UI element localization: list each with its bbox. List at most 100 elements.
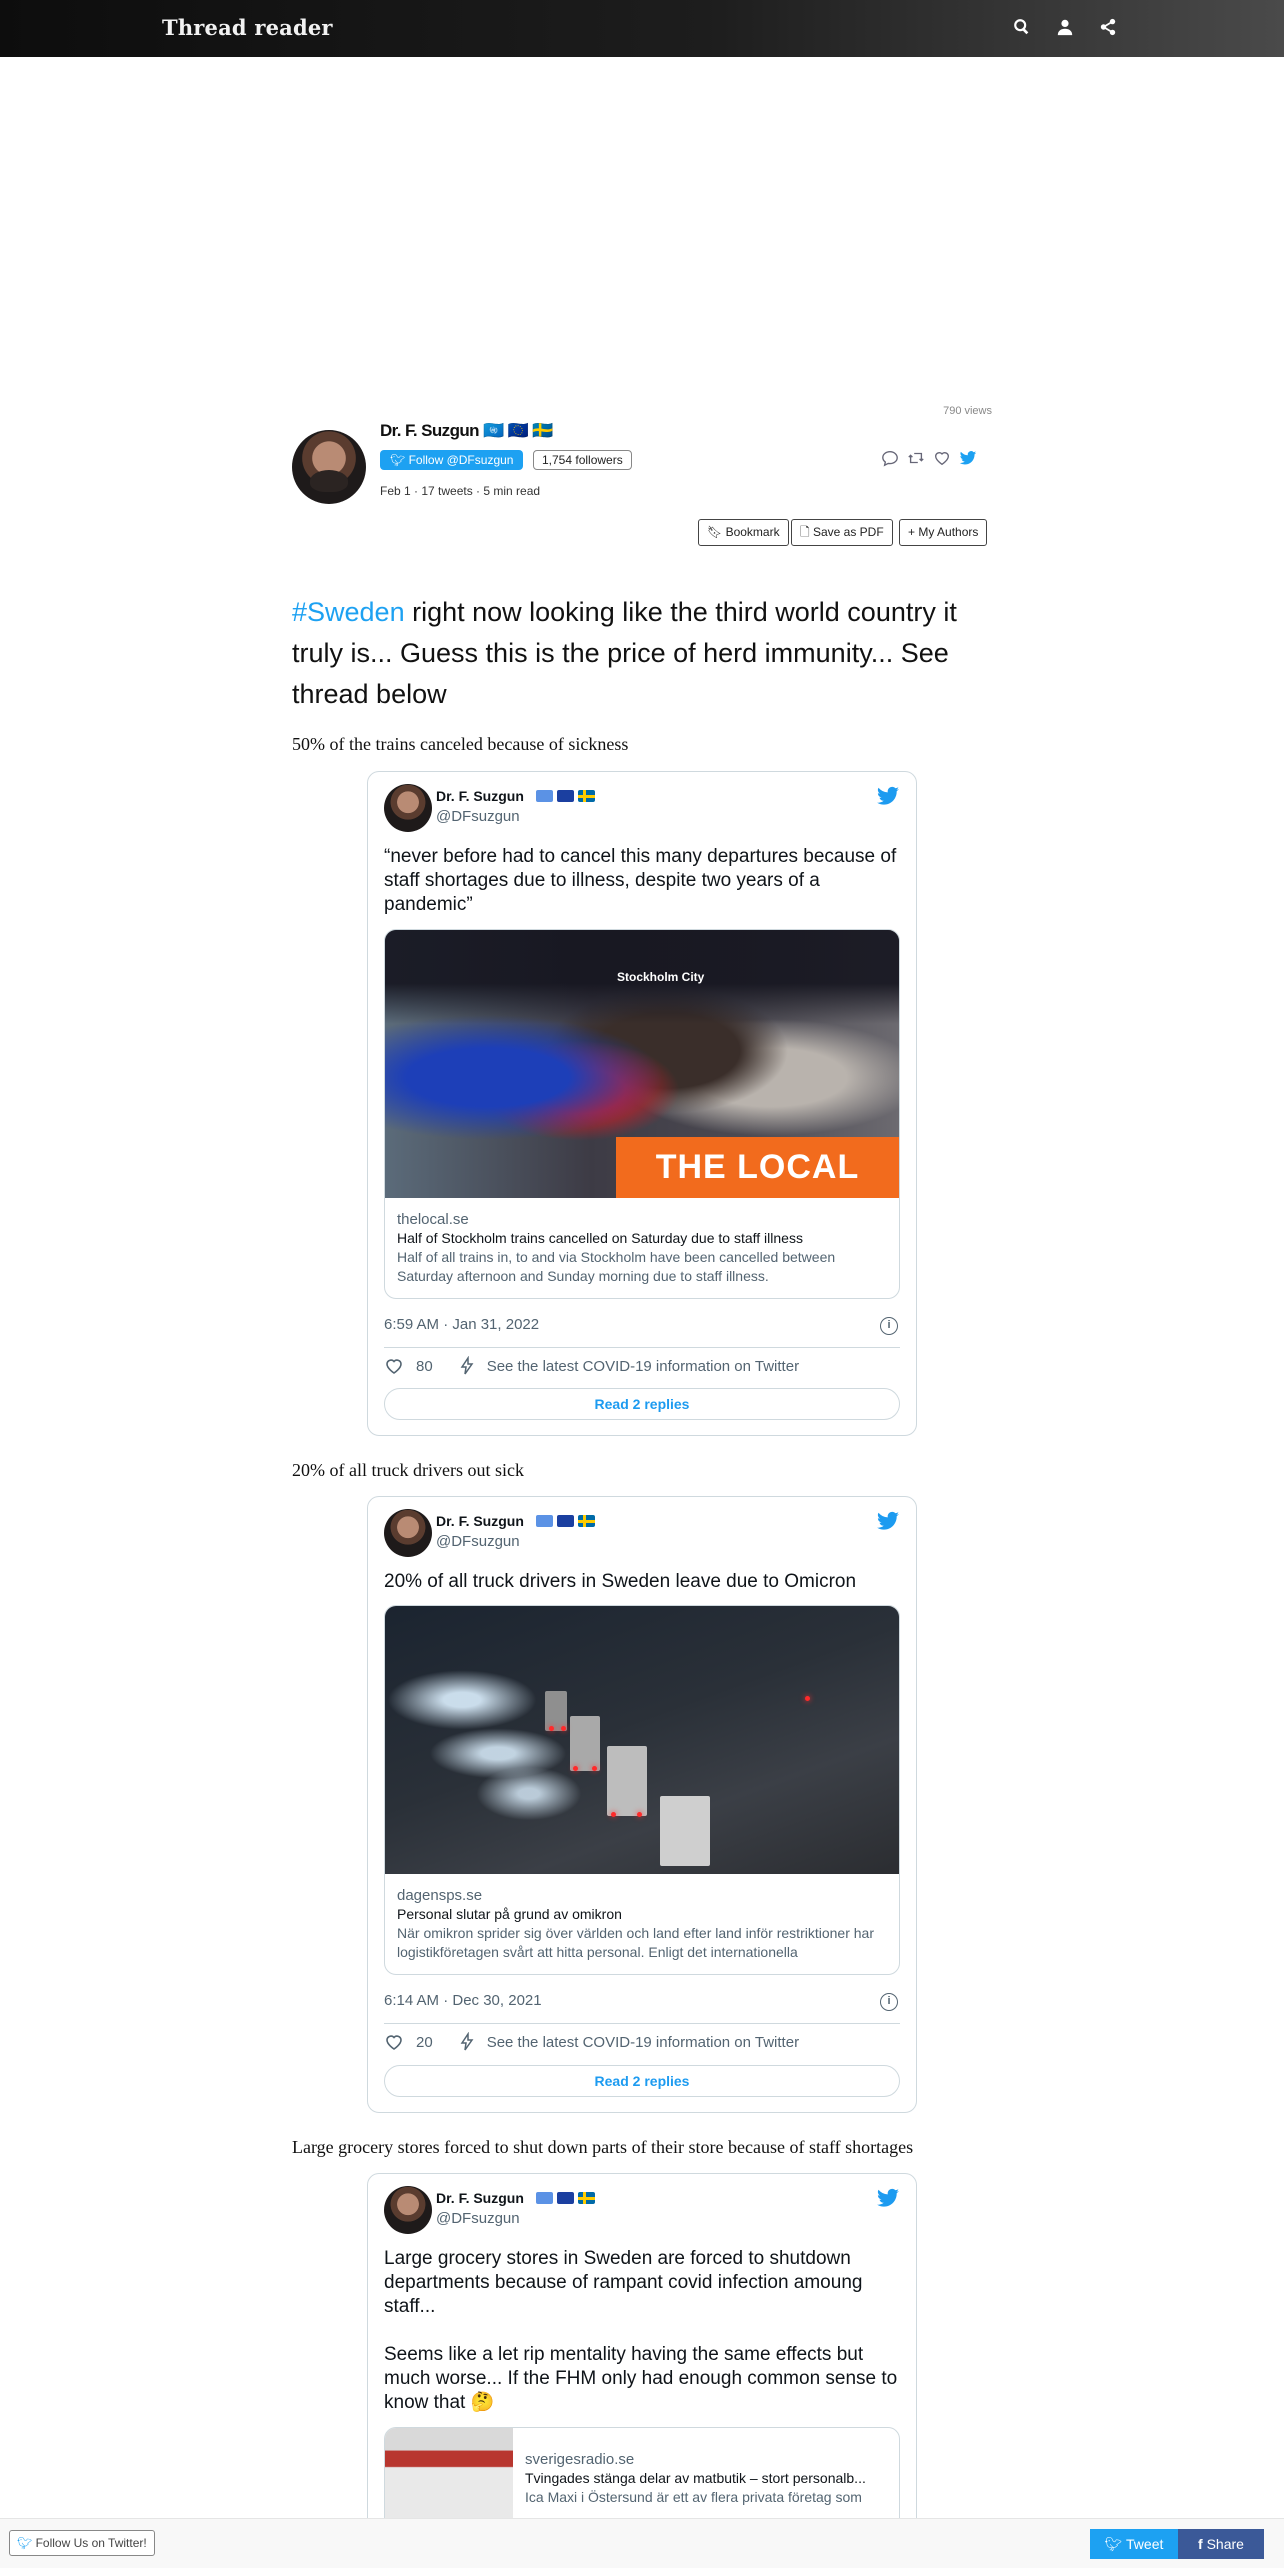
hashtag-link[interactable]: #Sweden <box>292 597 405 627</box>
divider <box>384 1347 900 1348</box>
tweet-label: Tweet <box>1126 2536 1164 2552</box>
eu-flag-icon <box>557 790 574 802</box>
like-icon[interactable] <box>933 449 951 467</box>
thread-lead-text: #Sweden right now looking like the third… <box>292 592 992 715</box>
top-navbar: Thread reader <box>0 0 1284 57</box>
tweet-handle[interactable]: @DFsuzgun <box>436 1533 520 1550</box>
brand-logo[interactable]: Thread reader <box>162 15 333 40</box>
tweet-text: Large grocery stores in Sweden are force… <box>384 2248 863 2317</box>
user-icon[interactable] <box>1056 18 1078 40</box>
link-preview-card[interactable]: dagensps.se Personal slutar på grund av … <box>384 1605 900 1975</box>
twitter-bird-icon: 🐦︎ <box>17 2536 36 2550</box>
facebook-icon: f <box>1198 2536 1207 2552</box>
tweet-avatar[interactable] <box>384 2186 432 2234</box>
tweet-handle[interactable]: @DFsuzgun <box>436 2210 520 2227</box>
like-count: 80 <box>416 1357 433 1375</box>
info-icon[interactable]: i <box>880 1993 898 2011</box>
follow-button[interactable]: 🐦︎ Follow @DFsuzgun <box>380 450 524 470</box>
preview-image <box>385 1606 899 1874</box>
save-pdf-label: Save as PDF <box>812 525 884 539</box>
preview-title: Tvingades stänga delar av matbutik – sto… <box>525 2470 866 2486</box>
read-replies-button[interactable]: Read 2 replies <box>384 1388 900 1420</box>
un-flag-icon <box>536 2192 553 2204</box>
facebook-share-button[interactable]: f Share <box>1178 2529 1264 2559</box>
preview-description: När omikron sprider sig över världen och… <box>397 1925 874 1960</box>
covid-info-link[interactable]: See the latest COVID-19 information on T… <box>487 1358 799 1375</box>
read-replies-button[interactable]: Read 2 replies <box>384 2065 900 2097</box>
sweden-flag-icon <box>578 2192 595 2204</box>
link-preview-card[interactable]: Stockholm City THE LOCAL thelocal.se Hal… <box>384 929 900 1299</box>
heart-icon[interactable] <box>384 2032 404 2052</box>
tweet-author-name[interactable]: Dr. F. Suzgun <box>436 2190 524 2206</box>
follow-us-button[interactable]: 🐦︎ Follow Us on Twitter! <box>9 2530 155 2556</box>
author-name[interactable]: Dr. F. Suzgun 🇺🇳 🇪🇺 🇸🇪 <box>380 421 554 441</box>
the-local-logo: THE LOCAL <box>616 1137 899 1198</box>
preview-domain: thelocal.se <box>397 1211 469 1228</box>
reply-icon[interactable] <box>881 449 899 467</box>
bookmark-icon: 🔖︎ <box>707 525 726 539</box>
preview-image: Stockholm City THE LOCAL <box>385 930 899 1198</box>
divider <box>384 2023 900 2024</box>
tweet-share-button[interactable]: 🐦︎ Tweet <box>1090 2529 1178 2559</box>
save-pdf-button[interactable]: 🗋︎ Save as PDF <box>791 519 893 546</box>
un-flag-icon <box>536 790 553 802</box>
follow-us-label: Follow Us on Twitter! <box>35 2536 147 2550</box>
lightning-icon <box>457 2031 477 2052</box>
follow-label: Follow @DFsuzgun <box>408 453 514 467</box>
flag-emojis <box>536 1515 595 1527</box>
eu-flag-icon <box>557 1515 574 1527</box>
file-icon: 🗋︎ <box>800 525 813 539</box>
tweet-timestamp[interactable]: 6:14 AM · Dec 30, 2021 <box>384 1992 542 2009</box>
lightning-icon <box>457 1355 477 1376</box>
flag-emojis <box>536 790 595 802</box>
retweet-icon[interactable] <box>907 449 925 467</box>
twitter-bird-icon: 🐦︎ <box>390 453 409 467</box>
bottom-share-bar: 🐦︎ Follow Us on Twitter! 🐦︎ Tweet f Shar… <box>0 2518 1284 2568</box>
preview-description: Half of all trains in, to and via Stockh… <box>397 1249 836 1284</box>
station-sign: Stockholm City <box>617 970 705 984</box>
my-authors-label: My Authors <box>918 525 979 539</box>
heart-icon[interactable] <box>384 1356 404 1376</box>
sweden-flag-icon <box>578 790 595 802</box>
tweet-timestamp[interactable]: 6:59 AM · Jan 31, 2022 <box>384 1316 539 1333</box>
tweet-avatar[interactable] <box>384 784 432 832</box>
tweet-text: “never before had to cancel this many de… <box>384 846 897 915</box>
twitter-logo-icon[interactable] <box>876 1509 900 1533</box>
twitter-logo-icon[interactable] <box>876 2186 900 2210</box>
preview-domain: sverigesradio.se <box>525 2451 635 2468</box>
sweden-flag-icon <box>578 1515 595 1527</box>
embedded-tweet[interactable]: Dr. F. Suzgun @DFsuzgun Large grocery st… <box>367 2173 917 2553</box>
preview-title: Personal slutar på grund av omikron <box>397 1906 622 1922</box>
flag-emojis <box>536 2192 595 2204</box>
tweet-text: 20% of all truck drivers in Sweden leave… <box>384 1571 857 1592</box>
twitter-logo-icon[interactable] <box>876 784 900 808</box>
share-label: Share <box>1206 2536 1244 2552</box>
covid-info-link[interactable]: See the latest COVID-19 information on T… <box>487 2034 799 2051</box>
thread-actions <box>881 449 977 467</box>
info-icon[interactable]: i <box>880 1317 898 1335</box>
like-count: 20 <box>416 2033 433 2051</box>
bookmark-button[interactable]: 🔖︎ Bookmark <box>698 519 789 546</box>
tweet-text: Seems like a let rip mentality having th… <box>384 2344 898 2413</box>
tweet-avatar[interactable] <box>384 1509 432 1557</box>
tweet-handle[interactable]: @DFsuzgun <box>436 808 520 825</box>
thread-meta: Feb 1 · 17 tweets · 5 min read <box>380 484 541 498</box>
tweet-author-name[interactable]: Dr. F. Suzgun <box>436 1513 524 1529</box>
preview-domain: dagensps.se <box>397 1887 483 1904</box>
preview-description: Ica Maxi i Östersund är ett av flera pri… <box>525 2489 862 2505</box>
embedded-tweet[interactable]: Dr. F. Suzgun @DFsuzgun 20% of all truck… <box>367 1496 917 2113</box>
author-avatar[interactable] <box>292 430 366 504</box>
thread-paragraph: 50% of the trains canceled because of si… <box>292 734 629 754</box>
tweet-actions: 20 See the latest COVID-19 information o… <box>384 2031 799 2052</box>
share-icon[interactable] <box>1099 18 1121 40</box>
twitter-icon[interactable] <box>959 449 977 467</box>
eu-flag-icon <box>557 2192 574 2204</box>
un-flag-icon <box>536 1515 553 1527</box>
view-count: 790 views <box>943 405 992 417</box>
my-authors-button[interactable]: + My Authors <box>899 519 988 546</box>
embedded-tweet[interactable]: Dr. F. Suzgun @DFsuzgun “never before ha… <box>367 771 917 1436</box>
search-icon[interactable] <box>1013 18 1035 40</box>
tweet-author-name[interactable]: Dr. F. Suzgun <box>436 788 524 804</box>
thread-paragraph: 20% of all truck drivers out sick <box>292 1460 524 1480</box>
plus-icon: + <box>908 525 919 539</box>
